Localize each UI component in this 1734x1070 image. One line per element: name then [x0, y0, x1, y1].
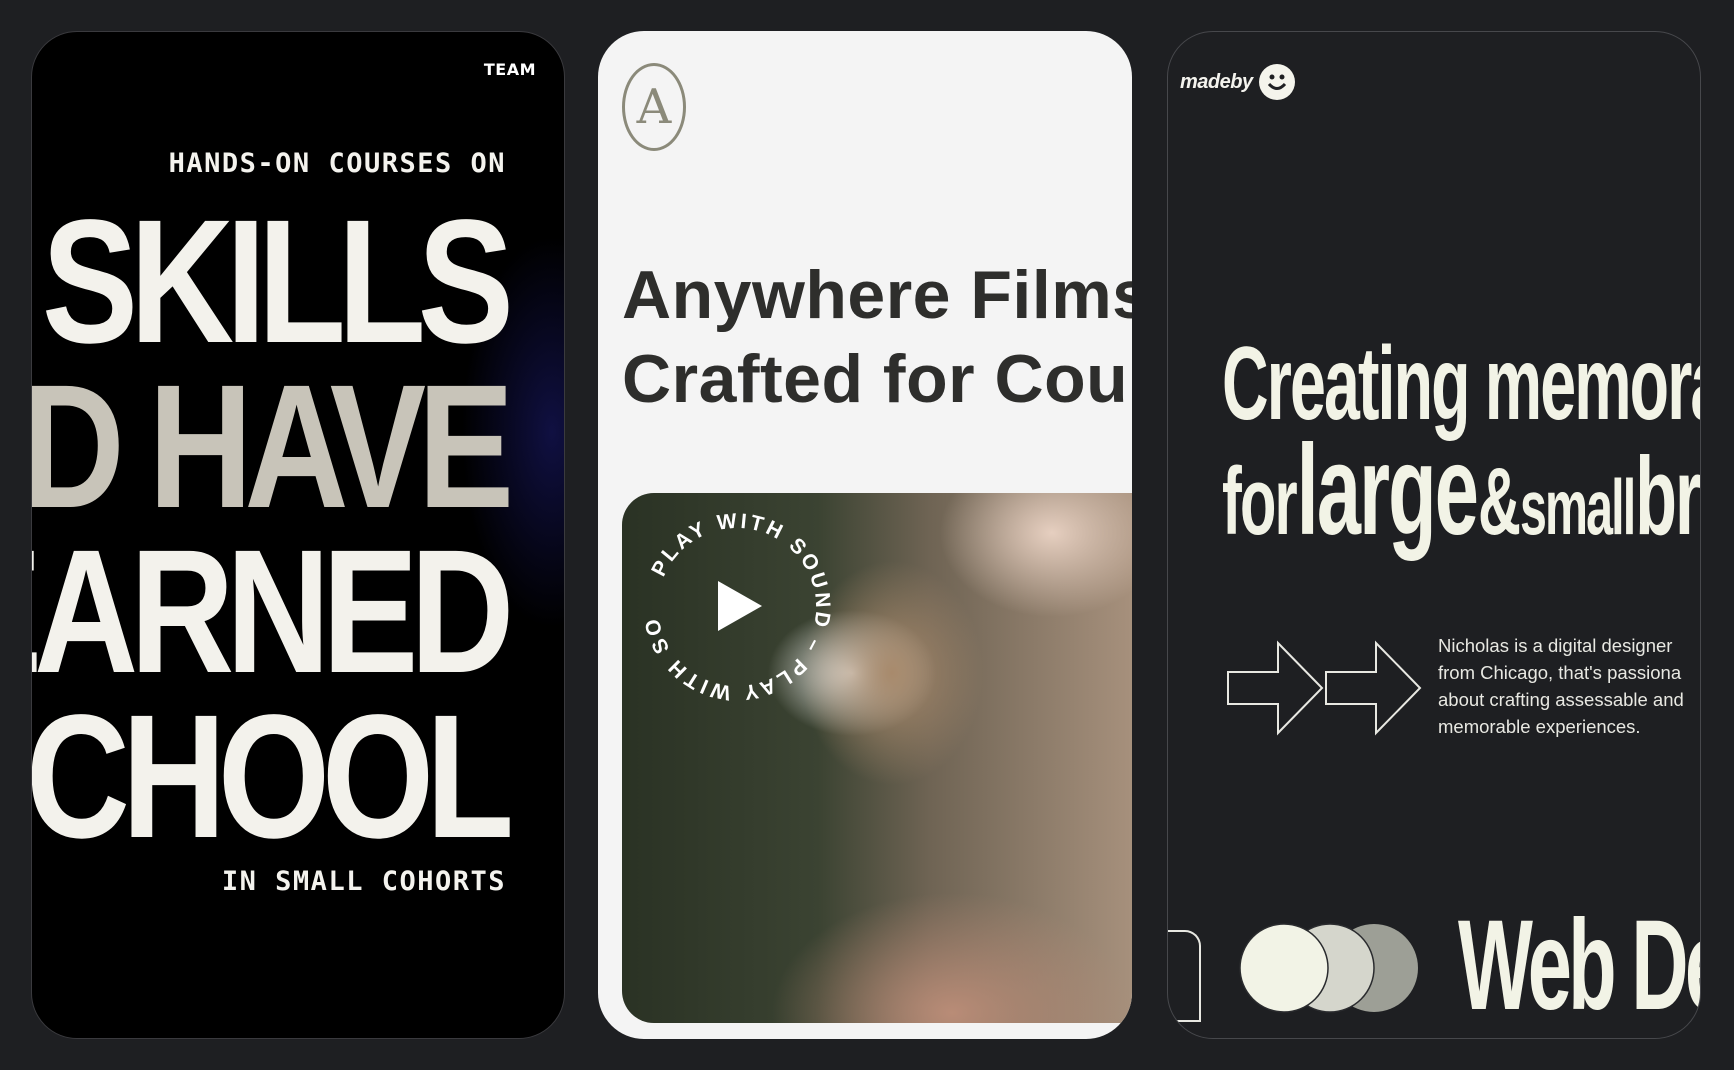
title-line-1: Anywhere Films [622, 257, 1132, 333]
bio-line-4: memorable experiences. [1438, 716, 1641, 737]
headline-line-1: SKILLS [42, 202, 514, 362]
headline-word-small: small [1519, 463, 1636, 551]
brand-name: madeby [1180, 70, 1253, 93]
headline-word-brands: bra [1635, 435, 1700, 558]
video-player[interactable]: PLAY WITH SOUND – PLAY WITH SOUND – [622, 493, 1132, 1023]
headline-word-and: & [1477, 448, 1521, 555]
bio-description: Nicholas is a digital designer from Chic… [1438, 632, 1700, 740]
page-title: Anywhere Films Crafted for Cou [622, 253, 1132, 421]
double-arrow-icon [1227, 640, 1422, 736]
play-icon [718, 581, 762, 631]
brand-logo[interactable]: madeby [1180, 64, 1295, 100]
phone-preview-portfolio[interactable]: madeby Creating memorab for large & smal… [1167, 31, 1701, 1039]
headline-line-2: D HAVE [32, 367, 514, 527]
courses-tagline: HANDS-ON COURSES ON [168, 148, 506, 179]
partial-letter-shape [1168, 930, 1201, 1022]
headline-word-large: large [1296, 419, 1479, 562]
brand-logo-icon[interactable]: A [622, 63, 686, 151]
play-with-sound-button[interactable]: PLAY WITH SOUND – PLAY WITH SOUND – [622, 493, 1132, 1023]
headline-word-for: for [1222, 448, 1298, 555]
headline-line-3: EARNED [32, 532, 514, 692]
bio-line-1: Nicholas is a digital designer [1438, 635, 1673, 656]
overlapping-circles-icon [1239, 923, 1418, 1013]
service-title: Web De [1458, 894, 1701, 1037]
nav-team-link[interactable]: TEAM [484, 60, 536, 79]
phone-preview-courses[interactable]: TEAM HANDS-ON COURSES ON SKILLS D HAVE E… [31, 31, 565, 1039]
headline-line-4: SCHOOL [32, 697, 514, 857]
cohorts-tagline: IN SMALL COHORTS [221, 866, 506, 897]
headline-line-2: for large & small bra [1222, 427, 1700, 558]
smiley-icon [1258, 64, 1295, 100]
bio-line-3: about crafting assessable and [1438, 689, 1684, 710]
bio-line-2: from Chicago, that's passiona [1438, 662, 1682, 683]
logo-letter: A [636, 79, 672, 135]
phone-preview-films[interactable]: A Anywhere Films Crafted for Cou PLAY WI… [598, 31, 1132, 1039]
title-line-2: Crafted for Cou [622, 341, 1129, 417]
